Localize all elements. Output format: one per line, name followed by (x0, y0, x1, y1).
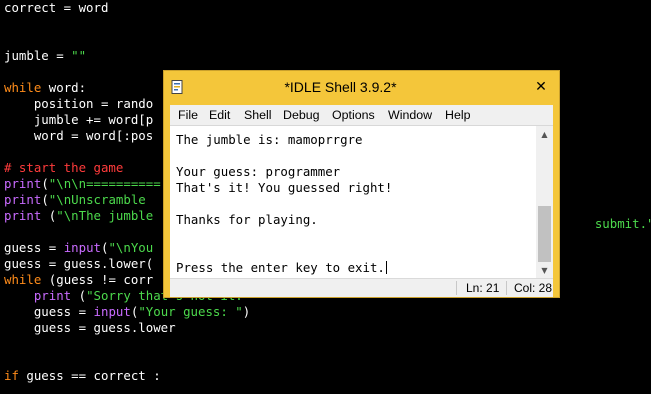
window-title: *IDLE Shell 3.9.2* (284, 79, 397, 95)
code-line: while (guess != corr (4, 272, 153, 288)
text-cursor (385, 261, 387, 274)
code-token: print (4, 192, 42, 207)
code-line: print("\nUnscramble (4, 192, 146, 208)
title-bar[interactable]: *IDLE Shell 3.9.2* ✕ (164, 71, 559, 104)
vertical-scrollbar[interactable]: ▲ ▼ (536, 126, 553, 279)
code-token: if (4, 368, 19, 383)
status-divider (506, 281, 507, 295)
code-token: print (4, 176, 42, 191)
code-line: jumble += word[p (4, 112, 153, 128)
code-line: # start the game (4, 160, 123, 176)
code-token: "\nYou (108, 240, 154, 255)
code-token: while (4, 80, 42, 95)
menu-edit[interactable]: Edit (209, 105, 230, 125)
code-token: jumble += word[p (4, 112, 154, 127)
code-token: guess = guess.lower (4, 320, 176, 335)
scroll-thumb[interactable] (538, 206, 551, 262)
code-token: ( (71, 288, 87, 303)
code-token: guess = (4, 304, 94, 319)
code-line: guess = input("Your guess: ") (4, 304, 250, 320)
code-token: jumble = (4, 48, 72, 63)
code-token: ( (41, 192, 49, 207)
code-token: input (93, 304, 131, 319)
code-token: position = rando (4, 96, 154, 111)
output-line: That's it! You guessed right! (176, 180, 393, 195)
prompt-text: Press the enter key to exit. (176, 260, 385, 275)
code-token: "\nThe jumble (56, 208, 154, 223)
code-token: word: (41, 80, 87, 95)
code-line: while word: (4, 80, 86, 96)
code-line: jumble = "" (4, 48, 86, 64)
status-divider (456, 281, 457, 295)
code-line: if guess == correct : (4, 368, 161, 384)
code-token: correct = word (4, 0, 109, 15)
code-token: print (4, 208, 42, 223)
code-token: "" (71, 48, 87, 63)
prompt-line: Press the enter key to exit. (176, 260, 387, 276)
output-line: Your guess: programmer (176, 164, 341, 179)
code-line: word = word[:pos (4, 128, 153, 144)
output-line: The jumble is: mamoprrgre (176, 132, 363, 147)
code-token: "\nUnscramble (48, 192, 146, 207)
menu-bar: File Edit Shell Debug Options Window Hel… (170, 105, 553, 125)
code-token: "\n\n========== (48, 176, 161, 191)
code-token: ( (41, 176, 49, 191)
status-bar: Ln: 21 Col: 28 (170, 278, 553, 297)
menu-file[interactable]: File (178, 105, 198, 125)
shell-text-area[interactable]: The jumble is: mamoprrgre Your guess: pr… (170, 125, 553, 279)
code-token: "Your guess: " (138, 304, 243, 319)
code-token: guess = (4, 240, 64, 255)
menu-shell[interactable]: Shell (244, 105, 272, 125)
code-line: print ("\nThe jumble (4, 208, 153, 224)
code-line: position = rando (4, 96, 153, 112)
close-button[interactable]: ✕ (529, 77, 553, 97)
status-column-number: Col: 28 (514, 281, 553, 295)
idle-shell-window[interactable]: *IDLE Shell 3.9.2* ✕ File Edit Shell Deb… (163, 70, 560, 298)
code-token: guess = guess.lower( (4, 256, 154, 271)
code-line: correct = word (4, 0, 108, 16)
scroll-up-icon[interactable]: ▲ (536, 126, 553, 143)
output-line: Thanks for playing. (176, 212, 318, 227)
code-token: word = word[:pos (4, 128, 154, 143)
code-token: print (33, 288, 72, 303)
close-icon: ✕ (535, 79, 547, 95)
code-token: # start the game (4, 160, 124, 175)
code-token: while (4, 272, 42, 287)
code-line: guess = guess.lower (4, 320, 176, 336)
scroll-down-icon[interactable]: ▼ (536, 262, 553, 279)
code-token: ) (242, 304, 251, 319)
code-line: guess = guess.lower( (4, 256, 153, 272)
code-token: (guess != corr (41, 272, 154, 287)
status-line-number: Ln: 21 (466, 281, 500, 295)
code-token: ( (41, 208, 57, 223)
code-token: input (63, 240, 101, 255)
menu-debug[interactable]: Debug (283, 105, 320, 125)
code-fragment-right: submit.") (594, 216, 651, 231)
code-token: guess == correct : (18, 368, 161, 383)
code-line: guess = input("\nYou (4, 240, 153, 256)
menu-help[interactable]: Help (445, 105, 470, 125)
menu-window[interactable]: Window (388, 105, 432, 125)
menu-options[interactable]: Options (332, 105, 375, 125)
code-line: print("\n\n========== (4, 176, 161, 192)
